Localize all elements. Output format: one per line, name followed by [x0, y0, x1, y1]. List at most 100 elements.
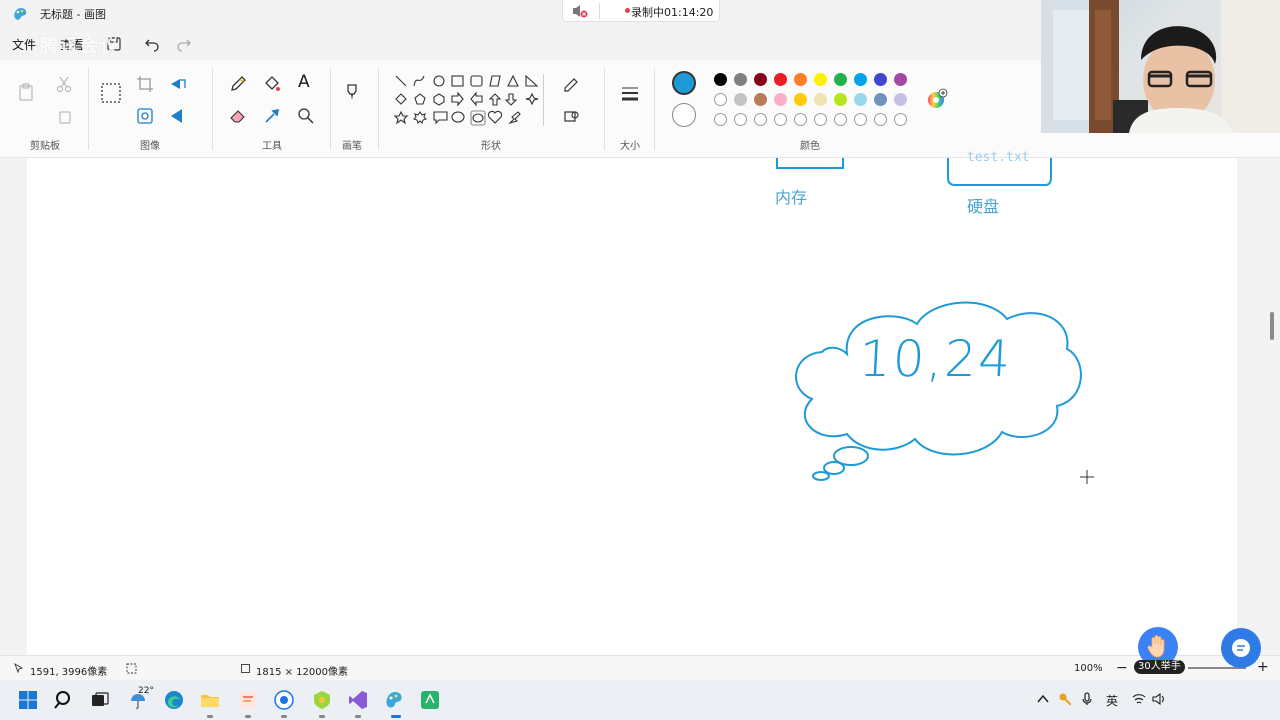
divider — [212, 68, 213, 150]
menu-file[interactable]: 文件 — [12, 36, 36, 53]
custom-color-slot[interactable] — [754, 113, 767, 126]
drawing-canvas[interactable]: 内存 test.txt 硬盘 10,24 — [27, 150, 1237, 655]
zoom-in-button[interactable]: + — [1257, 659, 1269, 675]
memory-box — [776, 158, 844, 169]
windows-start-icon[interactable] — [18, 690, 38, 710]
color-swatch[interactable] — [854, 73, 867, 86]
custom-color-slot[interactable] — [774, 113, 787, 126]
color-swatch[interactable] — [794, 93, 807, 106]
security-app-icon[interactable] — [312, 690, 332, 710]
custom-color-slot[interactable] — [874, 113, 887, 126]
canvas-size-icon — [241, 664, 250, 673]
color-swatch[interactable] — [754, 93, 767, 106]
memory-label: 内存 — [775, 188, 808, 207]
search-icon[interactable] — [54, 690, 74, 710]
eraser-icon[interactable] — [228, 106, 248, 126]
zoom-level[interactable]: 100% — [1074, 663, 1103, 674]
file-explorer-icon[interactable] — [200, 690, 220, 710]
color-swatch[interactable] — [834, 93, 847, 106]
stroke-size-icon[interactable] — [620, 84, 640, 104]
webcam-video — [1041, 0, 1280, 133]
input-method-indicator[interactable]: 英 — [1106, 692, 1118, 709]
redo-icon[interactable] — [176, 36, 192, 52]
color-swatch[interactable] — [814, 93, 827, 106]
notes-app-icon[interactable] — [238, 690, 258, 710]
group-label-brushes: 画笔 — [342, 141, 362, 152]
key-icon[interactable] — [1058, 692, 1072, 706]
volume-icon[interactable] — [1152, 692, 1166, 706]
chrome-icon[interactable] — [274, 690, 294, 710]
color-swatch[interactable] — [814, 73, 827, 86]
custom-color-slot[interactable] — [894, 113, 907, 126]
edit-colors-icon[interactable] — [926, 88, 948, 110]
chat-button[interactable] — [1221, 628, 1261, 668]
custom-color-slot[interactable] — [714, 113, 727, 126]
pdf-app-icon[interactable] — [420, 690, 440, 710]
hand-icon — [1147, 635, 1165, 658]
select-icon[interactable] — [100, 82, 122, 104]
color-swatch[interactable] — [714, 93, 727, 106]
meeting-watermark: 腾讯会议 — [40, 36, 120, 57]
canvas-dimensions: 1815 × 12000像素 — [256, 667, 348, 678]
speaker-muted-icon[interactable] — [571, 3, 589, 19]
custom-color-slot[interactable] — [834, 113, 847, 126]
color-picker-icon[interactable] — [262, 106, 282, 126]
color-swatch[interactable] — [774, 73, 787, 86]
custom-color-slot[interactable] — [794, 113, 807, 126]
primary-color-swatch[interactable] — [672, 71, 696, 95]
color-swatch[interactable] — [714, 73, 727, 86]
paint-taskbar-icon[interactable] — [384, 690, 404, 710]
group-label-shapes: 形状 — [481, 141, 501, 152]
undo-icon[interactable] — [144, 36, 160, 52]
color-swatch[interactable] — [734, 73, 747, 86]
group-label-size: 大小 — [620, 141, 640, 152]
vertical-scrollbar[interactable] — [1270, 312, 1274, 340]
rotate-icon[interactable] — [168, 106, 188, 126]
secondary-color-swatch[interactable] — [672, 103, 696, 127]
color-swatch[interactable] — [894, 93, 907, 106]
canvas-area: 内存 test.txt 硬盘 10,24 — [0, 150, 1280, 655]
custom-color-slot[interactable] — [854, 113, 867, 126]
group-label-image: 图像 — [140, 141, 160, 152]
divider — [330, 68, 331, 150]
color-swatch[interactable] — [874, 73, 887, 86]
color-swatch[interactable] — [834, 73, 847, 86]
paint-app-icon — [14, 8, 27, 20]
edge-browser-icon[interactable] — [164, 690, 184, 710]
cut-icon[interactable] — [54, 74, 74, 94]
color-swatch[interactable] — [874, 93, 887, 106]
microphone-icon[interactable] — [1080, 692, 1094, 706]
image-settings-icon[interactable] — [135, 106, 155, 126]
shape-fill-icon[interactable] — [562, 106, 582, 126]
custom-color-slot[interactable] — [734, 113, 747, 126]
color-swatch[interactable] — [754, 73, 767, 86]
zoom-out-button[interactable]: − — [1116, 660, 1128, 676]
menu-bar: 文件 查看 — [0, 28, 1040, 60]
copy-icon[interactable] — [54, 106, 74, 126]
wifi-icon[interactable] — [1132, 692, 1146, 706]
brush-icon[interactable] — [342, 82, 362, 102]
shape-outline-icon[interactable] — [562, 74, 582, 94]
group-label-clipboard: 剪贴板 — [30, 141, 60, 152]
taskbar: 22° 英 — [0, 680, 1280, 720]
status-bar: 1591, 3996像素 1815 × 12000像素 100% − + — [0, 655, 1280, 680]
shapes-gallery[interactable] — [392, 72, 544, 132]
custom-color-slot[interactable] — [814, 113, 827, 126]
color-swatch[interactable] — [894, 73, 907, 86]
pencil-icon[interactable] — [228, 74, 248, 94]
visual-studio-icon[interactable] — [348, 690, 368, 710]
chevron-up-icon[interactable] — [1036, 692, 1050, 706]
color-swatch[interactable] — [734, 93, 747, 106]
resize-icon[interactable] — [168, 74, 188, 94]
text-tool-icon[interactable]: A — [298, 72, 318, 92]
color-swatch[interactable] — [854, 93, 867, 106]
task-view-icon[interactable] — [90, 690, 110, 710]
color-swatch[interactable] — [794, 73, 807, 86]
group-label-colors: 颜色 — [800, 141, 820, 152]
recording-indicator[interactable]: 录制中01:14:20 — [562, 0, 720, 22]
fill-bucket-icon[interactable] — [262, 74, 282, 94]
crop-icon[interactable] — [135, 74, 155, 94]
magnifier-icon[interactable] — [296, 106, 316, 126]
color-swatch[interactable] — [774, 93, 787, 106]
paste-icon[interactable] — [16, 82, 36, 102]
